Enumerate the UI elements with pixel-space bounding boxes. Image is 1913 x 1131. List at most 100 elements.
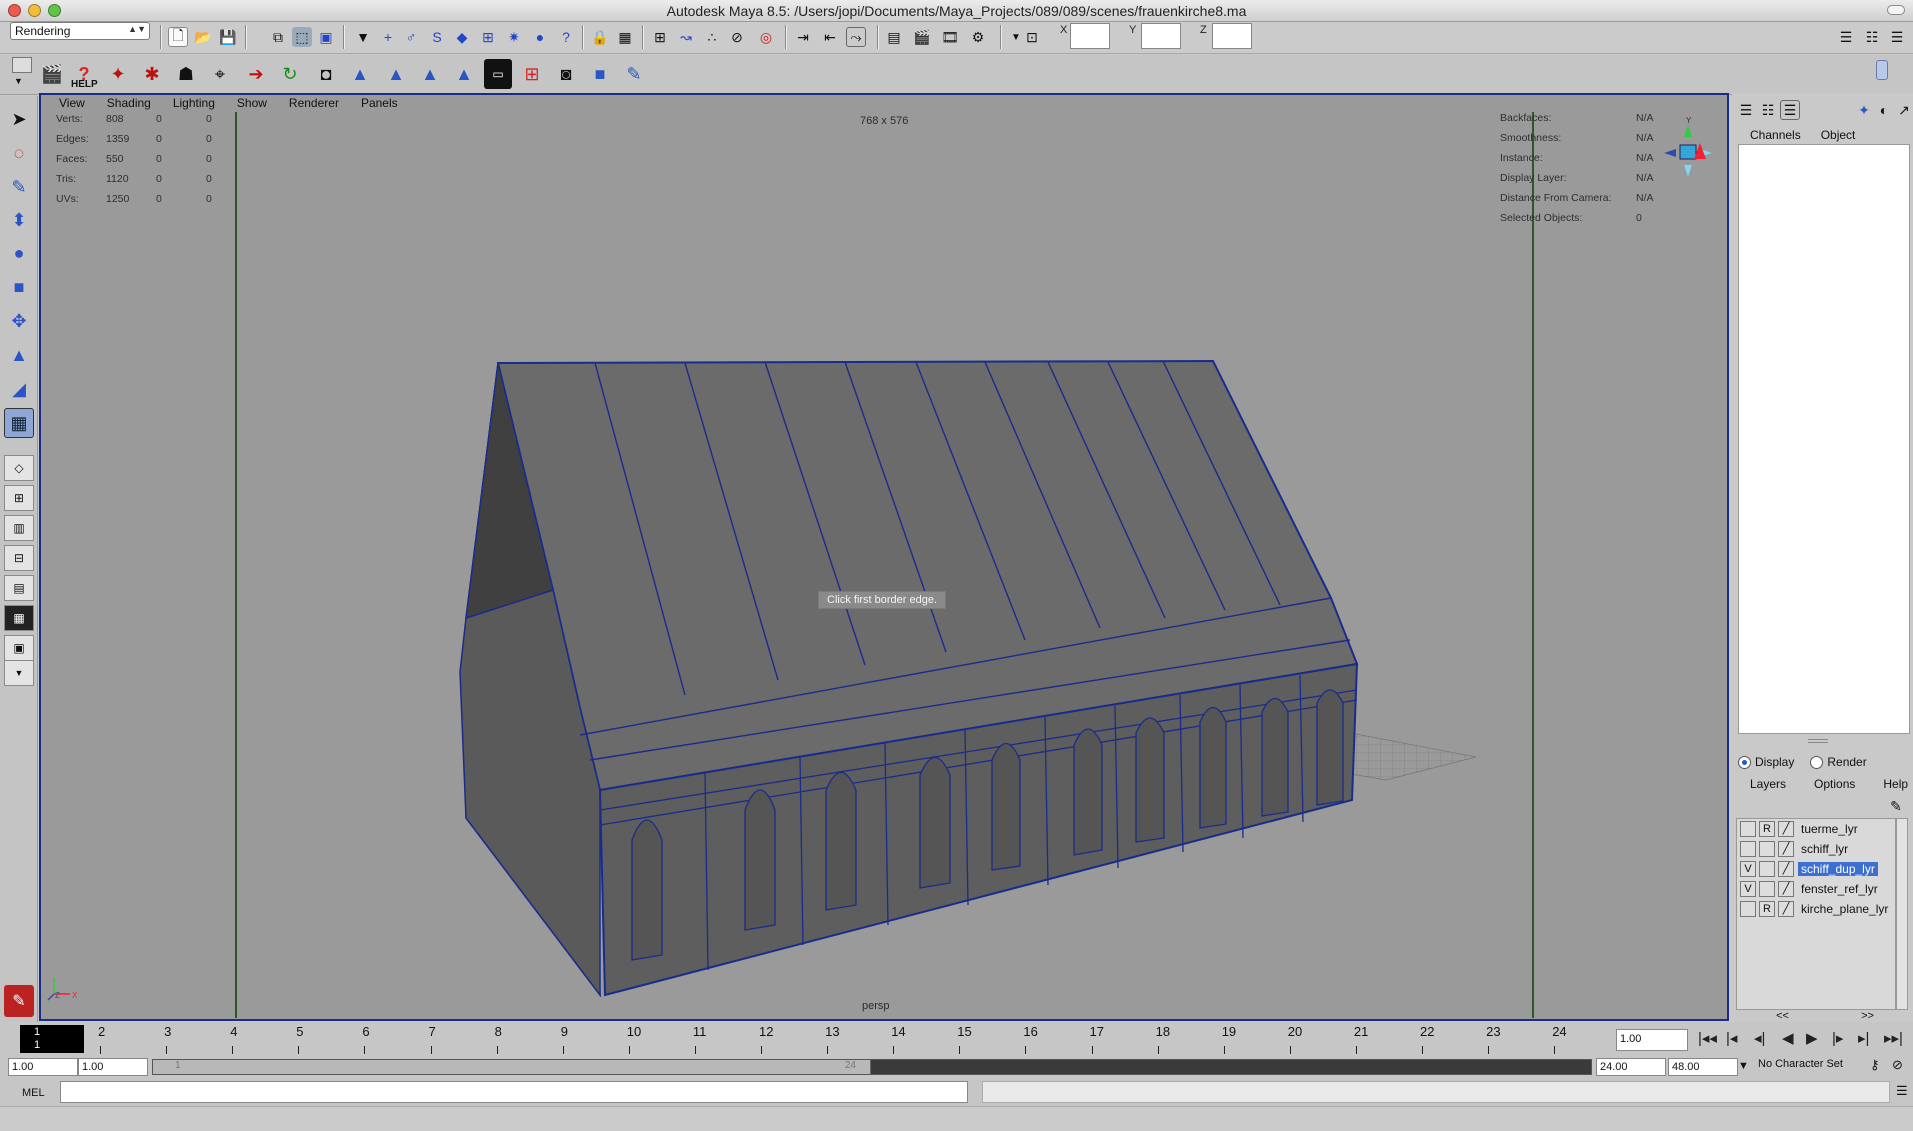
- layer-list-scrollbar[interactable]: [1896, 818, 1908, 1010]
- mel-label[interactable]: MEL: [22, 1087, 45, 1099]
- layer-name[interactable]: fenster_ref_lyr: [1798, 882, 1881, 896]
- shelf-ipr-icon[interactable]: ✱: [138, 59, 166, 89]
- shelf-render-region-icon[interactable]: ▭: [484, 59, 512, 89]
- channel-box-area[interactable]: [1738, 144, 1910, 734]
- rotate-tool-icon[interactable]: ●: [4, 238, 34, 268]
- layer-visibility-toggle[interactable]: [1740, 900, 1756, 917]
- step-back-frame-button[interactable]: ◂|: [1754, 1029, 1765, 1047]
- layer-type-toggle[interactable]: [1759, 860, 1775, 877]
- y-field[interactable]: [1141, 23, 1181, 49]
- show-tool-settings-icon[interactable]: ☷: [1862, 27, 1882, 47]
- shelf-camera-icon[interactable]: ⌖: [206, 59, 234, 89]
- snap-curve-icon[interactable]: ↝: [676, 27, 696, 47]
- layer-name[interactable]: schiff_dup_lyr: [1798, 861, 1878, 876]
- select-dynamics-icon[interactable]: ✷: [504, 27, 524, 47]
- tab-channels[interactable]: Channels: [1750, 128, 1801, 144]
- show-channel-box-icon[interactable]: ☰: [1887, 27, 1907, 47]
- layer-type-toggle[interactable]: [1759, 840, 1775, 857]
- layer-nav-right-button[interactable]: >>: [1861, 1010, 1874, 1022]
- render-settings-icon[interactable]: ⚙: [968, 27, 988, 47]
- range-slider-handle[interactable]: 1 24: [153, 1060, 871, 1074]
- radio-display-dot[interactable]: [1738, 756, 1751, 770]
- play-backwards-button[interactable]: ◀: [1782, 1029, 1794, 1047]
- layer-row[interactable]: R ╱ tuerme_lyr: [1737, 819, 1897, 838]
- shelf-menu-arrow-icon[interactable]: ▼: [14, 76, 23, 86]
- mel-input[interactable]: [60, 1081, 968, 1103]
- layer-color-swatch[interactable]: ╱: [1778, 820, 1794, 837]
- layer-visibility-toggle[interactable]: V: [1740, 880, 1756, 897]
- scene-geometry[interactable]: [41, 112, 1727, 1018]
- absolute-transform-icon[interactable]: ⊡: [1022, 27, 1042, 47]
- persp-outliner-layout-button[interactable]: ▣: [4, 635, 34, 661]
- z-field[interactable]: [1212, 23, 1252, 49]
- range-slider[interactable]: 1 24: [152, 1059, 1592, 1075]
- layer-visibility-toggle[interactable]: [1740, 840, 1756, 857]
- shelf-light-link-icon[interactable]: ➔: [242, 59, 270, 89]
- shelf-spot-light-icon[interactable]: ▲: [450, 59, 478, 89]
- shelf-paint-icon[interactable]: ✎: [620, 59, 648, 89]
- tab-object[interactable]: Object: [1821, 128, 1856, 144]
- shelf-create-material-icon[interactable]: ◙: [552, 59, 580, 89]
- layer-visibility-toggle[interactable]: [1740, 820, 1756, 837]
- menu-set-dropdown[interactable]: Rendering ▲▼: [10, 22, 150, 40]
- animation-prefs-icon[interactable]: ⊘: [1892, 1057, 1903, 1073]
- layer-color-swatch[interactable]: ╱: [1778, 880, 1794, 897]
- character-set-label[interactable]: No Character Set: [1758, 1058, 1843, 1070]
- shelf-render-hypershade-icon[interactable]: ✦: [104, 59, 132, 89]
- select-joints-icon[interactable]: ♂: [401, 27, 421, 47]
- panel-splitter-handle[interactable]: [1808, 739, 1828, 743]
- save-scene-icon[interactable]: 💾: [218, 27, 238, 47]
- lock-selection-icon[interactable]: 🔒: [590, 27, 610, 47]
- open-scene-icon[interactable]: 📂: [193, 27, 213, 47]
- radio-render-dot[interactable]: [1810, 756, 1824, 770]
- step-forward-key-button[interactable]: ▸|: [1858, 1029, 1869, 1047]
- go-to-start-button[interactable]: |◂◂: [1698, 1029, 1717, 1047]
- select-by-object-icon[interactable]: ⬚: [292, 27, 312, 47]
- snap-point-icon[interactable]: ∴: [702, 27, 722, 47]
- shelf-ambient-light-icon[interactable]: ▲: [346, 59, 374, 89]
- render-current-frame-icon[interactable]: 🎬: [912, 27, 932, 47]
- shelf-point-light-icon[interactable]: ▲: [416, 59, 444, 89]
- viewport-menu-show[interactable]: Show: [237, 95, 267, 111]
- select-curves-icon[interactable]: S: [427, 27, 447, 47]
- channel-layer-mode-icon[interactable]: ☷: [1758, 100, 1778, 120]
- script-editor-icon[interactable]: ☰: [1896, 1083, 1908, 1099]
- layer-menu-help[interactable]: Help: [1883, 777, 1908, 791]
- create-layer-icon[interactable]: ✎: [1886, 796, 1906, 816]
- construction-history-icon[interactable]: ⤳: [846, 27, 866, 47]
- ipr-render-icon[interactable]: 🎞: [940, 27, 960, 47]
- layer-row[interactable]: ╱ schiff_lyr: [1737, 839, 1897, 858]
- make-live-icon[interactable]: ◎: [756, 27, 776, 47]
- layer-menu-options[interactable]: Options: [1814, 777, 1855, 791]
- viewport-menu-renderer[interactable]: Renderer: [289, 95, 339, 111]
- persp-trax-layout-button[interactable]: ▦: [4, 605, 34, 631]
- shelf-batch-render-icon[interactable]: ☗: [172, 59, 200, 89]
- snap-grid-icon[interactable]: ⊞: [650, 27, 670, 47]
- channel-box-mode-icon[interactable]: ☰: [1736, 100, 1756, 120]
- x-field[interactable]: [1070, 23, 1110, 49]
- go-to-end-button[interactable]: ▸▸|: [1884, 1029, 1903, 1047]
- four-pane-layout-button[interactable]: ⊞: [4, 485, 34, 511]
- layer-row-selected[interactable]: V ╱ schiff_dup_lyr: [1737, 859, 1897, 878]
- end-time-field[interactable]: 48.00: [1668, 1058, 1738, 1076]
- single-pane-layout-button[interactable]: ◇: [4, 455, 34, 481]
- layer-color-swatch[interactable]: ╱: [1778, 900, 1794, 917]
- select-misc-icon[interactable]: ?: [556, 27, 576, 47]
- auto-key-icon[interactable]: ⚷: [1870, 1057, 1880, 1073]
- paint-select-tool-icon[interactable]: ✎: [4, 172, 34, 202]
- shelf-refresh-icon[interactable]: ↻: [276, 59, 304, 89]
- playback-start-field[interactable]: 1.00: [78, 1058, 148, 1076]
- select-tool-icon[interactable]: ➤: [4, 104, 34, 134]
- playback-end-field[interactable]: 24.00: [1596, 1058, 1666, 1076]
- select-deformations-icon[interactable]: ⊞: [478, 27, 498, 47]
- current-tool-icon[interactable]: ▦: [4, 408, 34, 438]
- input-ops-icon[interactable]: ⇥: [793, 27, 813, 47]
- shelf-tabs-button[interactable]: [12, 57, 32, 73]
- start-time-field[interactable]: 1.00: [8, 1058, 78, 1076]
- select-by-hierarchy-icon[interactable]: ⧉: [268, 27, 288, 47]
- layout-menu-button[interactable]: ▼: [4, 660, 34, 686]
- shelf-scroll-icon[interactable]: [1876, 60, 1888, 80]
- layer-nav-left-button[interactable]: <<: [1776, 1010, 1789, 1022]
- mask-filter-icon[interactable]: ▼: [353, 27, 373, 47]
- shelf-cube-icon[interactable]: ■: [586, 59, 614, 89]
